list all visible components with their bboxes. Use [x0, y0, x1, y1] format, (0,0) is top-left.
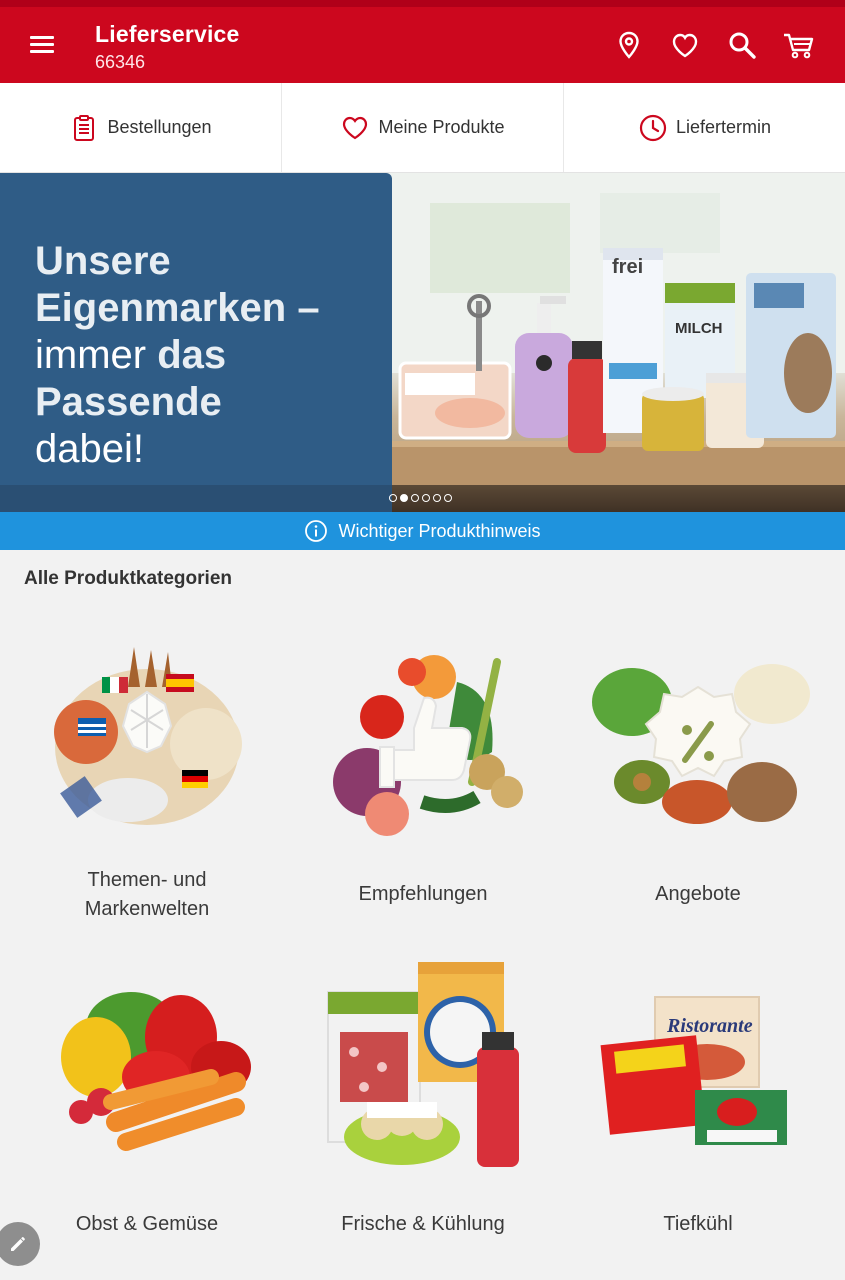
carousel-dot[interactable] — [433, 494, 441, 502]
thumbs-up-icon — [282, 632, 564, 842]
status-strip — [0, 0, 845, 7]
heart-outline-icon — [343, 116, 368, 139]
carousel-dots — [389, 494, 452, 502]
category-empfehlungen[interactable]: Empfehlungen — [282, 632, 564, 932]
carousel-dot[interactable] — [389, 494, 397, 502]
tab-orders-label: Bestellungen — [107, 117, 212, 137]
tab-delivery-date-label: Liefertermin — [675, 117, 772, 137]
carousel-dot[interactable] — [411, 494, 419, 502]
notice-label: Wichtiger Produkthinweis — [338, 520, 541, 541]
category-label: Angebote — [655, 883, 741, 905]
tab-delivery-date[interactable]: Liefertermin — [564, 83, 845, 172]
vegetables-icon — [6, 962, 288, 1172]
category-angebote[interactable]: Angebote — [557, 632, 839, 932]
hero-line-1: Unsere — [35, 239, 171, 283]
pencil-icon — [11, 1237, 25, 1251]
heart-icon[interactable] — [667, 27, 703, 63]
clock-icon — [639, 114, 667, 141]
category-obst-gemuese[interactable]: Obst & Gemüse — [6, 962, 288, 1252]
info-icon — [305, 520, 328, 542]
percent-badge-icon — [557, 632, 839, 842]
delivery-zip[interactable]: 66346 — [95, 52, 145, 73]
category-label: Frische & Kühlung — [341, 1213, 505, 1235]
category-tiefkuehl[interactable]: Ristorante Tiefkühl — [557, 962, 839, 1252]
hero-line-2: Eigenmarken – — [35, 286, 320, 330]
hero-headline: Unsere Eigenmarken – immer das Passende … — [35, 238, 385, 473]
category-label: Themen- und Markenwelten — [84, 869, 210, 920]
category-frische-kuehlung[interactable]: Frische & Kühlung — [282, 962, 564, 1252]
hero-panel-footer — [0, 485, 392, 512]
frozen-food-icon: Ristorante — [557, 962, 839, 1172]
hero-line-4: dabei! — [35, 427, 144, 471]
clipboard-icon — [74, 114, 95, 141]
hero-line-3-regular: immer — [35, 333, 158, 377]
location-pin-icon[interactable] — [611, 27, 647, 63]
category-label: Tiefkühl — [663, 1213, 733, 1235]
cart-icon[interactable] — [781, 27, 817, 63]
search-icon[interactable] — [724, 27, 760, 63]
fresh-products-icon — [282, 962, 564, 1172]
svg-text:frei: frei — [612, 256, 643, 278]
edit-fab[interactable] — [0, 1222, 40, 1266]
product-notice-bar[interactable]: Wichtiger Produkthinweis — [0, 512, 845, 550]
svg-text:Ristorante: Ristorante — [666, 1015, 753, 1037]
svg-text:MILCH: MILCH — [675, 320, 723, 337]
category-label: Empfehlungen — [358, 883, 488, 905]
category-label: Obst & Gemüse — [75, 1213, 219, 1235]
hero-banner[interactable]: frei MILCH Unsere Eigenmarken – immer da… — [0, 173, 845, 512]
tab-orders[interactable]: Bestellungen — [0, 83, 282, 172]
carousel-dot[interactable] — [444, 494, 452, 502]
tab-my-products[interactable]: Meine Produkte — [282, 83, 564, 172]
menu-icon[interactable] — [30, 33, 56, 55]
world-cuisine-icon — [6, 632, 288, 842]
category-themenwelten[interactable]: Themen- und Markenwelten — [6, 632, 288, 932]
app-title: Lieferservice — [95, 21, 240, 47]
quick-nav: Bestellungen Meine Produkte Liefertermin — [0, 83, 845, 173]
tab-my-products-label: Meine Produkte — [378, 117, 505, 137]
carousel-dot-active[interactable] — [400, 494, 408, 502]
app-bar: Lieferservice 66346 — [0, 7, 845, 83]
section-title: Alle Produktkategorien — [24, 568, 232, 589]
carousel-dot[interactable] — [422, 494, 430, 502]
